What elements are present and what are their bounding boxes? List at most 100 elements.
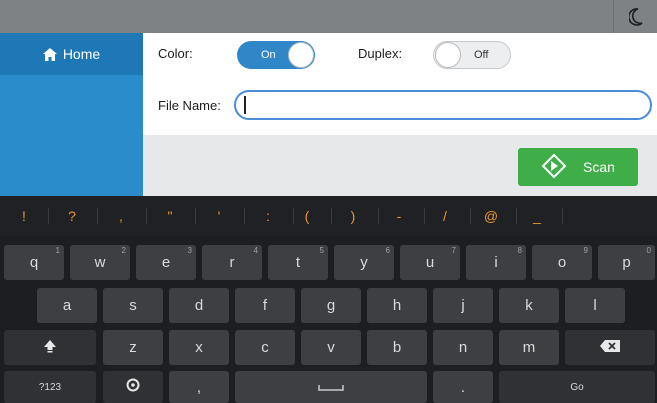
on-screen-keyboard: ! ? , " ' : ( ) - / @ _ q1 w2 e3 r4 t5 y… — [0, 196, 657, 403]
key-s[interactable]: s — [103, 288, 163, 323]
key-l[interactable]: l — [565, 288, 625, 323]
divider — [424, 208, 425, 224]
backspace-icon — [599, 339, 621, 357]
color-toggle-text: On — [261, 49, 276, 61]
key-i[interactable]: i8 — [466, 245, 526, 280]
key-label: . — [460, 378, 466, 396]
key-label: ?123 — [38, 381, 62, 393]
key-b[interactable]: b — [367, 330, 427, 365]
key-exclamation[interactable]: ! — [5, 196, 43, 236]
key-underscore[interactable]: _ — [518, 196, 556, 236]
sidebar-item-home[interactable]: Home — [0, 33, 143, 75]
key-d[interactable]: d — [169, 288, 229, 323]
divider — [97, 208, 98, 224]
key-z[interactable]: z — [103, 330, 163, 365]
key-colon[interactable]: : — [249, 196, 287, 236]
key-v[interactable]: v — [301, 330, 361, 365]
scan-settings-panel: Color: On Duplex: Off File Name: Scan — [143, 33, 657, 196]
key-p[interactable]: p0 — [598, 245, 655, 280]
divider — [562, 208, 563, 224]
duplex-label: Duplex: — [358, 46, 403, 61]
key-o[interactable]: o9 — [532, 245, 592, 280]
key-u[interactable]: u7 — [400, 245, 460, 280]
key-label: r — [229, 254, 235, 271]
key-period[interactable]: . — [433, 371, 493, 403]
status-bar — [0, 0, 657, 33]
key-label: , — [196, 378, 202, 396]
symbol-row: ! ? , " ' : ( ) - / @ _ — [0, 196, 657, 236]
key-k[interactable]: k — [499, 288, 559, 323]
key-r[interactable]: r4 — [202, 245, 262, 280]
key-label: i — [494, 254, 498, 271]
key-close-paren[interactable]: ) — [334, 196, 372, 236]
key-label: u — [425, 254, 435, 271]
duplex-toggle[interactable]: Off — [433, 41, 511, 69]
key-e[interactable]: e3 — [136, 245, 196, 280]
divider — [331, 208, 332, 224]
key-label: t — [295, 254, 301, 271]
divider — [516, 208, 517, 224]
key-g[interactable]: g — [301, 288, 361, 323]
divider — [146, 208, 147, 224]
key-comma[interactable]: , — [169, 371, 229, 403]
file-name-input[interactable] — [234, 90, 652, 120]
key-q[interactable]: q1 — [4, 245, 64, 280]
file-name-label: File Name: — [158, 98, 221, 113]
key-double-quote[interactable]: " — [151, 196, 189, 236]
key-t[interactable]: t5 — [268, 245, 328, 280]
key-slash[interactable]: / — [426, 196, 464, 236]
scan-button[interactable]: Scan — [518, 148, 638, 186]
key-label: o — [557, 254, 567, 271]
space-key[interactable] — [235, 371, 427, 403]
scan-button-label: Scan — [583, 159, 615, 175]
duplex-toggle-text: Off — [474, 49, 489, 61]
key-w[interactable]: w2 — [70, 245, 130, 280]
key-label: p — [622, 254, 631, 271]
key-label: w — [94, 254, 106, 271]
space-icon — [318, 379, 344, 396]
go-key[interactable]: Go — [499, 371, 655, 403]
shift-key[interactable] — [4, 330, 96, 365]
key-hint: 3 — [187, 246, 192, 255]
key-hint: 8 — [517, 246, 522, 255]
key-label: y — [360, 254, 368, 271]
key-at[interactable]: @ — [472, 196, 510, 236]
key-label: q — [29, 254, 39, 271]
moon-icon[interactable] — [613, 0, 657, 33]
key-n[interactable]: n — [433, 330, 493, 365]
key-single-quote[interactable]: ' — [200, 196, 238, 236]
key-hint: 9 — [583, 246, 588, 255]
symbols-mode-key[interactable]: ?123 — [4, 371, 96, 403]
key-hint: 6 — [385, 246, 390, 255]
key-comma-symbol[interactable]: , — [102, 196, 140, 236]
key-y[interactable]: y6 — [334, 245, 394, 280]
divider — [195, 208, 196, 224]
settings-icon — [126, 378, 140, 396]
color-toggle[interactable]: On — [237, 41, 315, 69]
duplex-toggle-knob — [435, 42, 461, 68]
key-m[interactable]: m — [499, 330, 559, 365]
divider — [48, 208, 49, 224]
scan-icon — [541, 153, 567, 182]
divider — [244, 208, 245, 224]
key-open-paren[interactable]: ( — [288, 196, 326, 236]
key-question[interactable]: ? — [53, 196, 91, 236]
divider — [470, 208, 471, 224]
key-a[interactable]: a — [37, 288, 97, 323]
settings-key[interactable] — [103, 371, 163, 403]
color-toggle-knob — [288, 42, 314, 68]
divider — [378, 208, 379, 224]
sidebar-item-label: Home — [62, 46, 101, 62]
key-f[interactable]: f — [235, 288, 295, 323]
key-dash[interactable]: - — [380, 196, 418, 236]
key-j[interactable]: j — [433, 288, 493, 323]
key-hint: 2 — [121, 246, 126, 255]
key-label: Go — [570, 381, 584, 393]
home-icon — [42, 47, 57, 61]
shift-icon — [43, 339, 57, 357]
key-x[interactable]: x — [169, 330, 229, 365]
key-h[interactable]: h — [367, 288, 427, 323]
key-hint: 5 — [319, 246, 324, 255]
key-c[interactable]: c — [235, 330, 295, 365]
backspace-key[interactable] — [565, 330, 655, 365]
